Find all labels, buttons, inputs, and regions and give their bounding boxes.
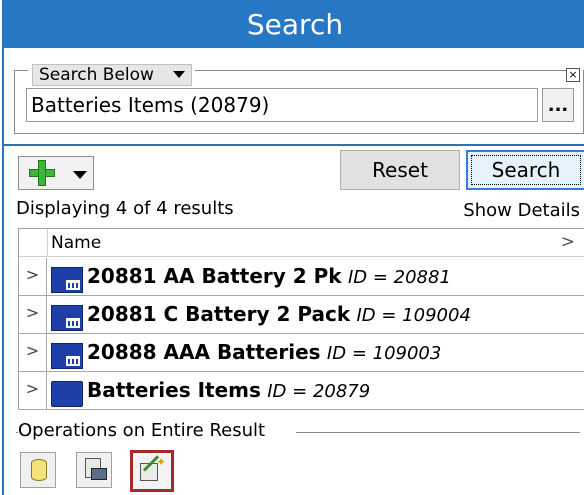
chevron-down-icon <box>173 71 185 78</box>
row-label: 20881 AA Battery 2 Pk ID = 20881 <box>87 264 451 288</box>
add-menu-button[interactable] <box>18 156 94 190</box>
show-details-link[interactable]: Show Details <box>463 200 580 221</box>
export-icon <box>83 458 107 482</box>
search-panel: Search Search Below × Batteries Items (2… <box>2 0 584 495</box>
column-header-name[interactable]: Name <box>51 233 101 253</box>
table-row[interactable]: > 20881 AA Battery 2 Pk ID = 20881 <box>19 258 584 296</box>
wizard-button[interactable]: ✦ <box>130 450 174 492</box>
row-label: Batteries Items ID = 20879 <box>87 378 370 402</box>
column-separator <box>47 229 48 257</box>
item-revision-icon <box>51 343 83 369</box>
item-revision-icon <box>51 267 83 293</box>
group-line <box>296 432 580 433</box>
close-icon[interactable]: × <box>566 68 580 82</box>
scope-label: Search Below <box>39 65 154 85</box>
frame-line <box>195 70 567 71</box>
database-button[interactable] <box>20 452 56 488</box>
item-name: 20881 AA Battery 2 Pk <box>87 264 342 288</box>
table-row[interactable]: > Batteries Items ID = 20879 <box>19 372 584 410</box>
browse-button[interactable]: ... <box>542 88 574 122</box>
table-row[interactable]: > 20888 AAA Batteries ID = 109003 <box>19 334 584 372</box>
export-button[interactable] <box>76 452 112 488</box>
frame-line <box>14 70 28 71</box>
results-count: Displaying 4 of 4 results <box>16 198 234 219</box>
results-table: Name > > 20881 AA Battery 2 Pk ID = 2088… <box>18 228 584 410</box>
item-name: 20881 C Battery 2 Pack <box>87 302 351 326</box>
wizard-icon: ✦ <box>138 455 166 483</box>
item-id: ID = 20879 <box>267 381 371 402</box>
reset-button[interactable]: Reset <box>340 150 460 190</box>
operations-legend: Operations on Entire Result <box>18 420 270 441</box>
chevron-right-icon[interactable]: > <box>561 232 575 252</box>
item-name: 20888 AAA Batteries <box>87 340 321 364</box>
search-scope-dropdown[interactable]: Search Below <box>32 64 192 86</box>
expand-chevron-icon[interactable]: > <box>19 296 47 333</box>
green-plus-icon <box>38 160 46 186</box>
search-criteria-field[interactable]: Batteries Items (20879) <box>26 88 538 122</box>
item-revision-icon <box>51 305 83 331</box>
item-id: ID = 109003 <box>326 343 442 364</box>
item-id: ID = 109004 <box>356 305 471 326</box>
expand-chevron-icon[interactable]: > <box>19 334 47 371</box>
table-row[interactable]: > 20881 C Battery 2 Pack ID = 109004 <box>19 296 584 334</box>
item-name: Batteries Items <box>87 378 261 402</box>
item-id: ID = 20881 <box>347 267 451 288</box>
database-icon <box>31 459 47 481</box>
section-divider <box>4 144 584 146</box>
expand-chevron-icon[interactable]: > <box>19 372 47 409</box>
panel-title: Search <box>4 0 584 48</box>
row-label: 20888 AAA Batteries ID = 109003 <box>87 340 441 364</box>
folder-icon <box>51 381 83 407</box>
focus-ring <box>471 155 581 185</box>
expand-chevron-icon[interactable]: > <box>19 258 47 295</box>
table-header: Name > <box>19 229 584 257</box>
search-button[interactable]: Search <box>466 150 584 190</box>
row-label: 20881 C Battery 2 Pack ID = 109004 <box>87 302 471 326</box>
chevron-down-icon <box>73 171 87 179</box>
